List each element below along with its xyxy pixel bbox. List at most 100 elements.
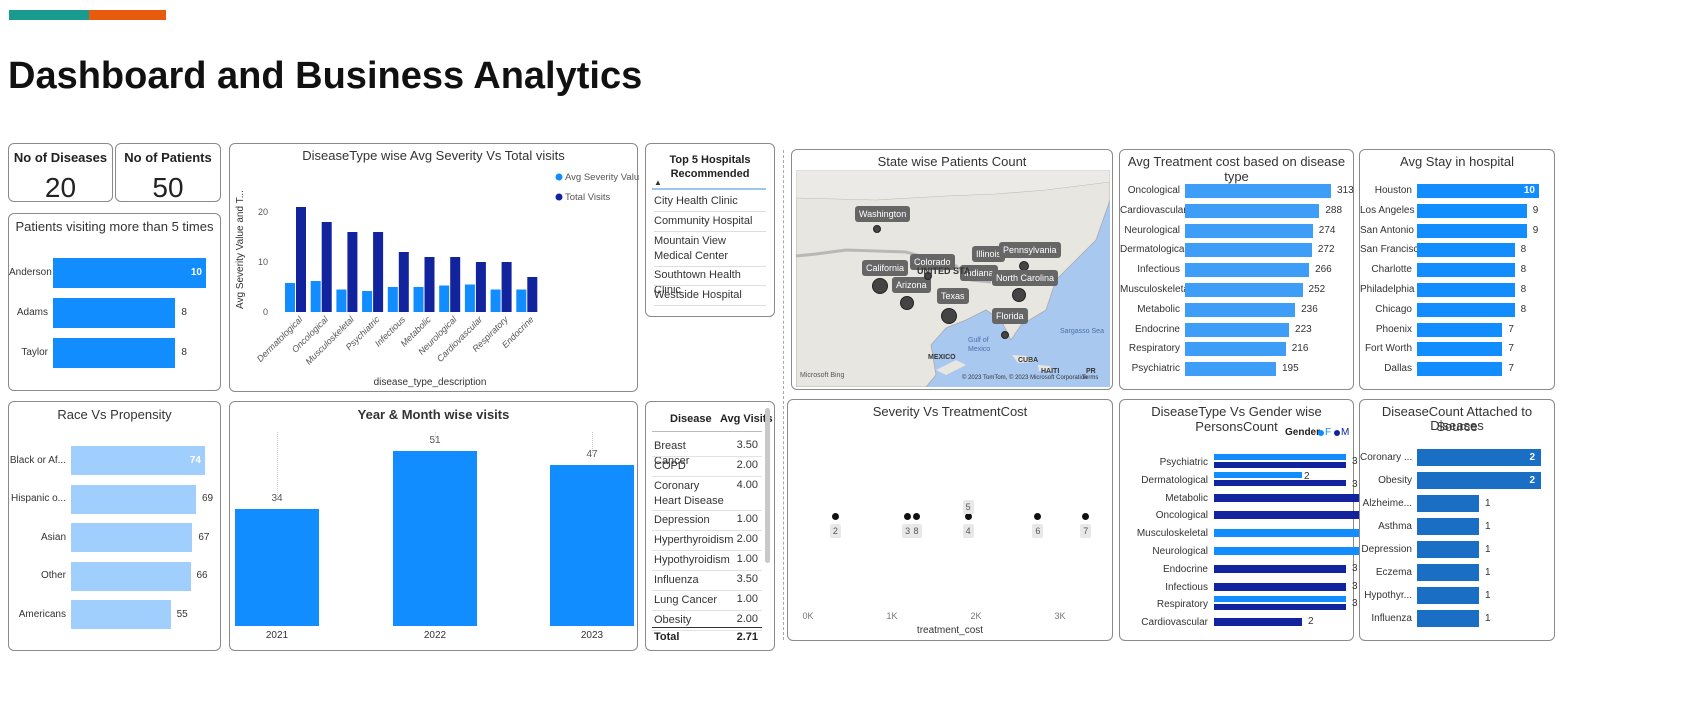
bar[interactable]	[1417, 610, 1479, 627]
column-bar[interactable]	[235, 509, 319, 626]
state-bubble[interactable]	[1001, 331, 1009, 339]
disease-count-panel: DiseaseCount Attached to Source Diseases…	[1359, 399, 1555, 641]
bar[interactable]	[1417, 587, 1479, 604]
row-divider	[652, 610, 762, 611]
table-cell-disease: COPD	[654, 460, 686, 472]
bar-f[interactable]	[1214, 471, 1302, 478]
bar-f[interactable]	[1214, 454, 1346, 460]
bar-label: Infectious	[1165, 581, 1208, 593]
hospital-list-item[interactable]: Mountain View Medical Center	[654, 234, 766, 264]
bar[interactable]	[53, 298, 176, 328]
bar[interactable]	[71, 561, 191, 591]
state-bubble[interactable]	[872, 278, 888, 294]
bar[interactable]	[1417, 362, 1503, 377]
bar-f[interactable]	[1214, 596, 1346, 603]
bar[interactable]	[1185, 243, 1312, 258]
bar[interactable]	[1185, 263, 1310, 278]
bar[interactable]	[1185, 342, 1286, 357]
bar[interactable]	[1417, 283, 1515, 297]
state-tag: California	[862, 260, 909, 276]
bar[interactable]	[1417, 322, 1503, 337]
legend-total-visits-icon	[555, 193, 563, 201]
bar-m[interactable]	[1214, 479, 1346, 486]
bar[interactable]	[1417, 263, 1515, 278]
scatter-point[interactable]	[831, 513, 839, 520]
bar-m[interactable]	[1214, 564, 1346, 573]
state-bubble[interactable]	[1012, 288, 1026, 302]
state-bubble[interactable]	[941, 308, 957, 324]
bar-label: Psychiatric	[1131, 363, 1180, 375]
bar-label: Infectious	[1137, 264, 1180, 276]
bar[interactable]	[1417, 342, 1503, 357]
x-tick-label: 3K	[1054, 611, 1066, 621]
scatter-point[interactable]	[1082, 513, 1090, 520]
scatter-point[interactable]	[964, 513, 972, 520]
bar-total-visits	[321, 222, 332, 312]
panel-title-line2: Diseases	[1430, 418, 1484, 433]
bar[interactable]	[1417, 495, 1479, 512]
bar[interactable]	[1185, 184, 1331, 198]
bar-avg-severity	[336, 289, 347, 312]
column-bar[interactable]	[393, 451, 477, 626]
bar-value: 7	[1508, 363, 1514, 375]
bar[interactable]	[71, 600, 171, 629]
bar[interactable]	[71, 484, 196, 514]
bar[interactable]	[1185, 223, 1313, 238]
bar-label: Los Angeles	[1360, 204, 1415, 216]
map-terms-link[interactable]: Terms	[1082, 375, 1098, 381]
panel-title-line2: Recommended	[670, 168, 750, 180]
scatter-point[interactable]	[912, 513, 920, 520]
bar[interactable]	[1185, 283, 1303, 297]
bar[interactable]	[53, 338, 176, 368]
bar[interactable]	[1417, 541, 1479, 558]
bar-m[interactable]	[1214, 462, 1346, 468]
bar[interactable]	[1417, 203, 1527, 218]
bar-value: 2	[1304, 470, 1310, 482]
y-tick-label: 10	[258, 257, 268, 267]
bar[interactable]	[1417, 223, 1527, 238]
bar[interactable]	[1185, 302, 1296, 317]
map-label-gulf: Gulf of Mexico	[968, 337, 991, 353]
hospital-list-item[interactable]: Westside Hospital	[654, 288, 766, 303]
table-cell-visits: 1.00	[736, 513, 758, 525]
col-header-disease[interactable]: Disease	[670, 413, 712, 425]
bar-label: Coronary ...	[1360, 451, 1413, 463]
bar[interactable]	[71, 523, 193, 552]
sort-arrow-icon[interactable]: ▲	[654, 178, 662, 187]
panel-title: Patients visiting more than 5 times	[15, 219, 214, 234]
bar-value: 74	[189, 454, 201, 466]
bar-label: Alzheime...	[1362, 497, 1412, 509]
table-scrollbar[interactable]	[765, 408, 770, 563]
x-tick-label: 2K	[970, 611, 982, 621]
bar[interactable]	[1417, 302, 1515, 317]
bar-total-visits	[373, 232, 384, 312]
bar-avg-severity	[413, 287, 424, 312]
scatter-label: 2	[829, 524, 841, 538]
bar-m[interactable]	[1214, 604, 1346, 611]
bar[interactable]	[1417, 243, 1515, 258]
bar[interactable]	[1417, 564, 1479, 581]
scatter-point[interactable]	[1034, 513, 1042, 520]
hospital-list-item[interactable]: Community Hospital	[654, 214, 766, 229]
table-cell-visits: 2.00	[736, 613, 758, 625]
state-bubble[interactable]	[900, 296, 914, 310]
bar-m[interactable]	[1214, 582, 1346, 591]
state-tag: Arizona	[892, 277, 931, 293]
map-copyright: © 2023 TomTom, © 2023 Microsoft Corporat…	[962, 375, 1088, 381]
column-bar[interactable]	[550, 464, 634, 626]
bar-m[interactable]	[1214, 618, 1302, 627]
bar[interactable]	[1417, 518, 1479, 535]
scatter-point[interactable]	[904, 513, 912, 520]
card-value: 20	[44, 172, 77, 203]
x-tick-label: 2023	[580, 630, 604, 641]
bar[interactable]	[1185, 362, 1276, 377]
state-bubble[interactable]	[873, 225, 881, 233]
bar-avg-severity	[285, 283, 295, 312]
bar-label: Neurological	[1152, 546, 1208, 557]
hospital-list-item[interactable]: City Health Clinic	[654, 194, 766, 209]
table-cell-visits: 4.00	[736, 479, 758, 491]
bar[interactable]	[1185, 203, 1320, 218]
map-label-pr: PR	[1086, 368, 1096, 375]
bar[interactable]	[1185, 322, 1290, 337]
bar-value: 55	[176, 608, 188, 620]
